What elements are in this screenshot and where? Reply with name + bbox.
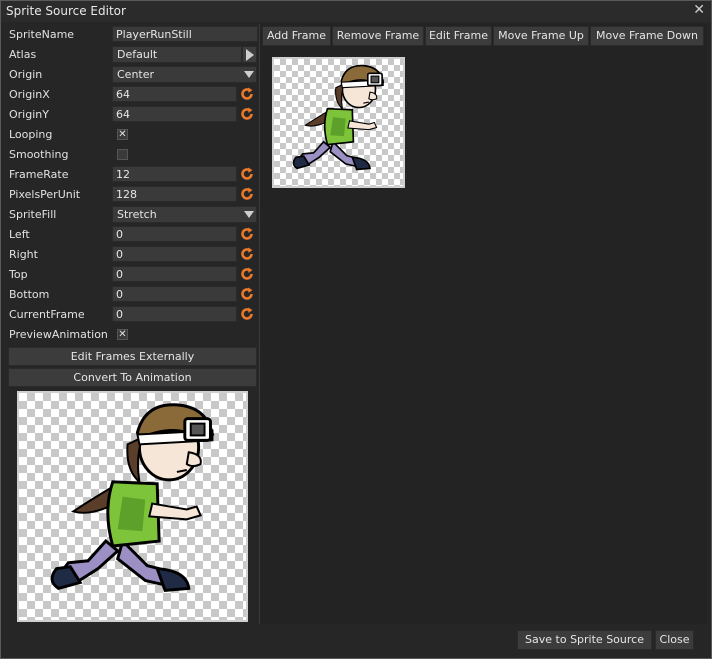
- save-to-sprite-source-button[interactable]: Save to Sprite Source: [517, 630, 652, 650]
- move-frame-down-button[interactable]: Move Frame Down: [590, 26, 704, 46]
- sprite-source-editor-window: Sprite Source Editor ✕ SpriteName Player…: [0, 0, 712, 659]
- reset-icon[interactable]: [240, 227, 254, 241]
- reset-icon[interactable]: [240, 167, 254, 181]
- atlas-label: Atlas: [9, 48, 37, 61]
- prop-bottom: Bottom 0: [5, 285, 258, 305]
- edit-frames-externally-button[interactable]: Edit Frames Externally: [8, 347, 257, 366]
- reset-icon[interactable]: [240, 87, 254, 101]
- current-frame-field[interactable]: 0: [112, 306, 237, 322]
- prop-origin-y: OriginY 64: [5, 105, 258, 125]
- reset-icon[interactable]: [240, 287, 254, 301]
- origin-x-label: OriginX: [9, 88, 50, 101]
- close-icon[interactable]: ✕: [693, 2, 705, 18]
- top-field[interactable]: 0: [112, 266, 237, 282]
- sprite-name-label: SpriteName: [9, 28, 75, 41]
- left-field[interactable]: 0: [112, 226, 237, 242]
- reset-icon[interactable]: [240, 267, 254, 281]
- reset-icon[interactable]: [240, 247, 254, 261]
- origin-x-field[interactable]: 64: [112, 86, 237, 102]
- bottom-field[interactable]: 0: [112, 286, 237, 302]
- window-title: Sprite Source Editor: [6, 4, 126, 18]
- chevron-down-icon: [244, 211, 254, 218]
- right-label: Right: [9, 248, 38, 261]
- origin-value: Center: [117, 68, 155, 81]
- prop-atlas: Atlas Default: [5, 45, 258, 65]
- prop-right: Right 0: [5, 245, 258, 265]
- sprite-preview: [17, 391, 248, 622]
- prop-left: Left 0: [5, 225, 258, 245]
- looping-checkbox[interactable]: ✕: [117, 129, 128, 140]
- pixels-per-unit-label: PixelsPerUnit: [9, 188, 81, 201]
- close-button[interactable]: Close: [655, 630, 694, 650]
- sprite-fill-dropdown[interactable]: Stretch: [112, 206, 257, 223]
- frame-rate-field[interactable]: 12: [112, 166, 237, 182]
- edit-frame-button[interactable]: Edit Frame: [425, 26, 492, 46]
- atlas-pick-button[interactable]: [242, 46, 257, 63]
- frames-panel: Add Frame Remove Frame Edit Frame Move F…: [259, 24, 707, 624]
- sprite-image: [19, 393, 246, 620]
- frame-rate-label: FrameRate: [9, 168, 69, 181]
- chevron-down-icon: [244, 71, 254, 78]
- play-arrow-icon: [246, 49, 254, 61]
- current-frame-label: CurrentFrame: [9, 308, 85, 321]
- frame-thumbnail[interactable]: [272, 57, 405, 188]
- prop-pixels-per-unit: PixelsPerUnit 128: [5, 185, 258, 205]
- origin-label: Origin: [9, 68, 43, 81]
- sprite-fill-value: Stretch: [117, 208, 157, 221]
- prop-preview-animation: PreviewAnimation ✕: [5, 325, 258, 345]
- preview-animation-checkbox[interactable]: ✕: [117, 329, 128, 340]
- right-field[interactable]: 0: [112, 246, 237, 262]
- prop-origin-x: OriginX 64: [5, 85, 258, 105]
- origin-y-field[interactable]: 64: [112, 106, 237, 122]
- origin-y-label: OriginY: [9, 108, 49, 121]
- prop-sprite-name: SpriteName PlayerRunStill: [5, 25, 258, 45]
- prop-origin: Origin Center: [5, 65, 258, 85]
- looping-label: Looping: [9, 128, 53, 141]
- prop-frame-rate: FrameRate 12: [5, 165, 258, 185]
- smoothing-checkbox[interactable]: [117, 149, 128, 160]
- prop-smoothing: Smoothing: [5, 145, 258, 165]
- reset-icon[interactable]: [240, 187, 254, 201]
- origin-dropdown[interactable]: Center: [112, 66, 257, 83]
- sprite-name-field[interactable]: PlayerRunStill: [112, 26, 258, 42]
- frame-image: [274, 59, 403, 186]
- sprite-fill-label: SpriteFill: [9, 208, 57, 221]
- preview-animation-label: PreviewAnimation: [9, 328, 108, 341]
- prop-current-frame: CurrentFrame 0: [5, 305, 258, 325]
- move-frame-up-button[interactable]: Move Frame Up: [493, 26, 589, 46]
- prop-looping: Looping ✕: [5, 125, 258, 145]
- left-label: Left: [9, 228, 30, 241]
- remove-frame-button[interactable]: Remove Frame: [332, 26, 424, 46]
- atlas-field[interactable]: Default: [112, 46, 242, 63]
- pixels-per-unit-field[interactable]: 128: [112, 186, 237, 202]
- convert-to-animation-button[interactable]: Convert To Animation: [8, 368, 257, 387]
- bottom-label: Bottom: [9, 288, 50, 301]
- reset-icon[interactable]: [240, 107, 254, 121]
- top-label: Top: [9, 268, 28, 281]
- prop-top: Top 0: [5, 265, 258, 285]
- reset-icon[interactable]: [240, 307, 254, 321]
- add-frame-button[interactable]: Add Frame: [262, 26, 331, 46]
- prop-sprite-fill: SpriteFill Stretch: [5, 205, 258, 225]
- smoothing-label: Smoothing: [9, 148, 69, 161]
- title-bar: Sprite Source Editor ✕: [1, 1, 711, 22]
- properties-panel: SpriteName PlayerRunStill Atlas Default …: [5, 25, 258, 625]
